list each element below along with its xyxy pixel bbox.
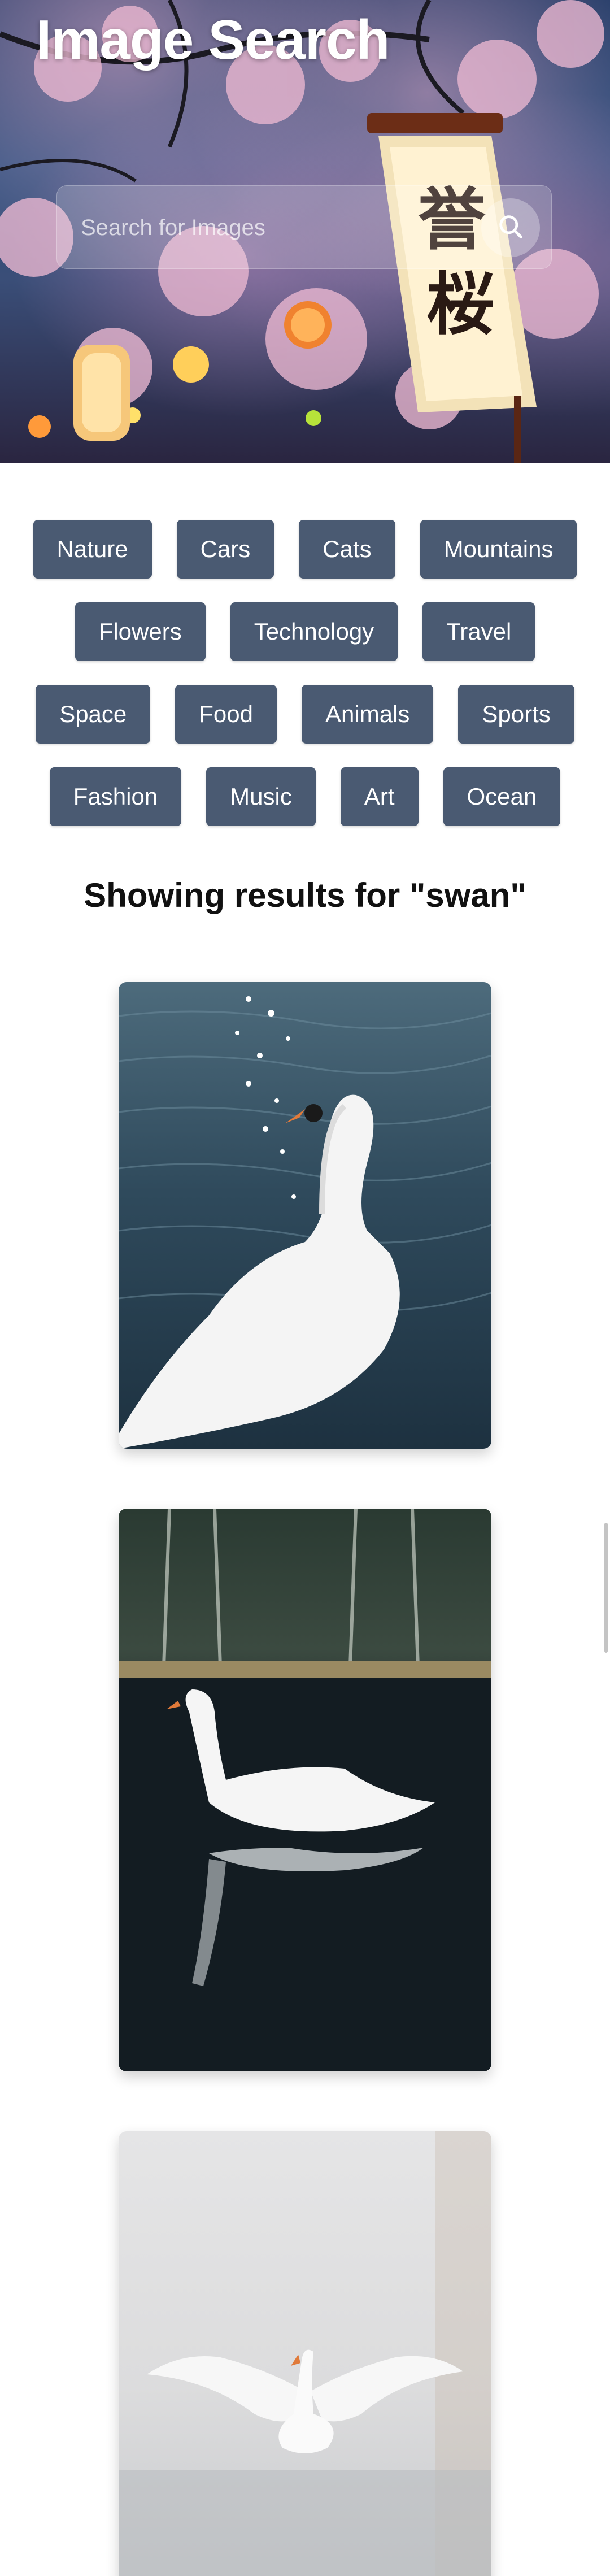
- swan-image: [119, 2131, 491, 2576]
- page-title: Image Search: [36, 8, 390, 71]
- results-heading: Showing results for "swan": [84, 876, 526, 914]
- search-input[interactable]: [80, 208, 443, 247]
- category-chip-space[interactable]: Space: [36, 685, 151, 744]
- category-chip-cats[interactable]: Cats: [299, 520, 395, 579]
- category-chip-ocean[interactable]: Ocean: [443, 767, 561, 826]
- search-bar: [56, 185, 552, 269]
- category-chip-flowers[interactable]: Flowers: [75, 602, 206, 661]
- category-chip-travel[interactable]: Travel: [422, 602, 535, 661]
- result-image-card[interactable]: [119, 982, 491, 1449]
- category-chip-animals[interactable]: Animals: [302, 685, 434, 744]
- category-chip-technology[interactable]: Technology: [230, 602, 398, 661]
- category-chip-fashion[interactable]: Fashion: [49, 767, 182, 826]
- result-image-card[interactable]: [119, 2131, 491, 2576]
- svg-text:桜: 桜: [426, 264, 494, 344]
- result-image-card[interactable]: [119, 1509, 491, 2071]
- category-chip-sports[interactable]: Sports: [458, 685, 574, 744]
- category-chip-art[interactable]: Art: [340, 767, 419, 826]
- hero-banner: 誉 桜 Image Search: [0, 0, 610, 463]
- chip-row: Fashion Music Art Ocean: [0, 767, 610, 826]
- category-chip-mountains[interactable]: Mountains: [420, 520, 577, 579]
- swan-image: [119, 1509, 491, 2071]
- chip-row: Space Food Animals Sports: [0, 685, 610, 744]
- chip-row: Flowers Technology Travel: [0, 602, 610, 661]
- swan-image: [119, 996, 491, 1449]
- category-chip-nature[interactable]: Nature: [33, 520, 152, 579]
- search-icon: [496, 212, 525, 244]
- category-chip-cars[interactable]: Cars: [176, 520, 274, 579]
- chip-row: Nature Cars Cats Mountains: [0, 520, 610, 579]
- scrollbar-thumb[interactable]: [604, 1523, 608, 1653]
- category-chips: Nature Cars Cats Mountains Flowers Techn…: [0, 520, 610, 850]
- category-chip-music[interactable]: Music: [206, 767, 316, 826]
- category-chip-food[interactable]: Food: [175, 685, 277, 744]
- search-button[interactable]: [481, 198, 540, 257]
- page: 誉 桜 Image Search Nature Cars Cats Moun: [0, 0, 610, 2576]
